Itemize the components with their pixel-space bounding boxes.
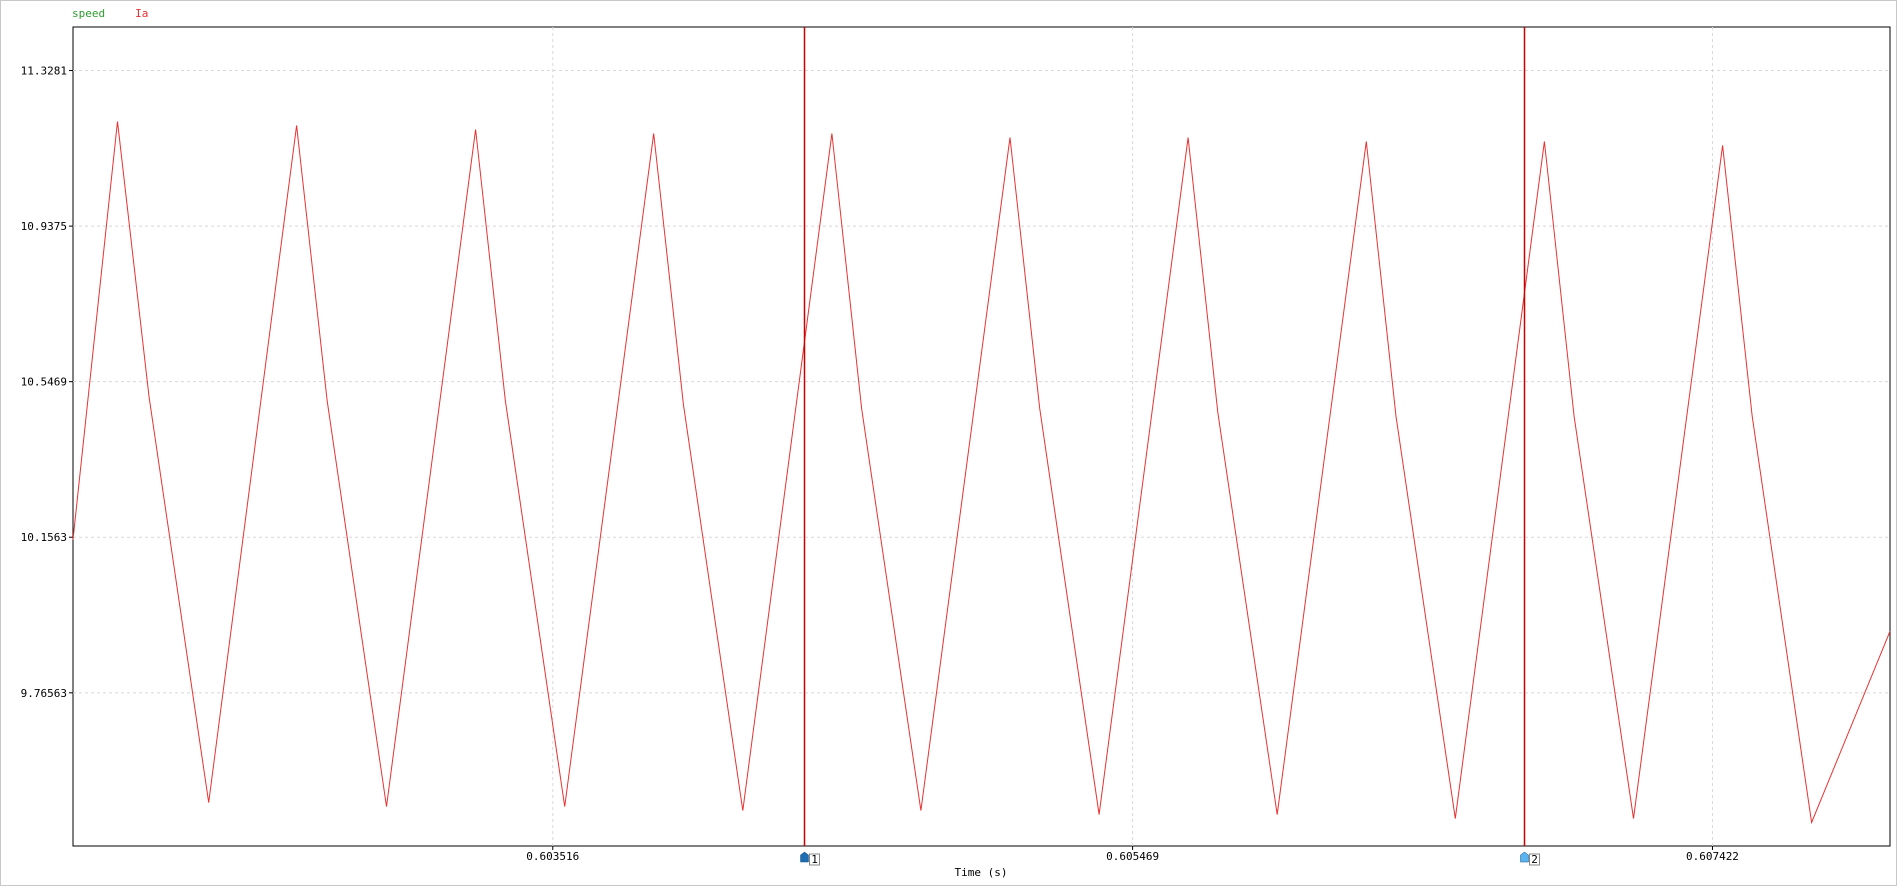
- x-tick-label: 0.605469: [1106, 850, 1159, 863]
- cursor-handle-1[interactable]: [800, 851, 809, 863]
- x-tick-label: 0.607422: [1686, 850, 1739, 863]
- y-tick-label: 10.1563: [21, 531, 67, 544]
- x-axis-label: Time (s): [955, 866, 1008, 879]
- cursor-label-2: 2: [1531, 853, 1538, 866]
- x-axis-ticks: 0.603516 0.605469 0.607422: [526, 846, 1739, 863]
- chart: 11.3281 10.9375 10.5469 10.1563 9.76563 0.60…: [21, 26, 1891, 879]
- plot-area[interactable]: [72, 26, 1891, 847]
- y-tick-label: 9.76563: [21, 687, 67, 700]
- cursor-handle-2[interactable]: [1520, 851, 1529, 863]
- y-tick-label: 11.3281: [21, 65, 67, 78]
- y-tick-label: 10.5469: [21, 376, 67, 389]
- y-axis-ticks: 11.3281 10.9375 10.5469 10.1563 9.76563: [21, 65, 73, 700]
- cursor-label-1: 1: [811, 853, 818, 866]
- y-tick-label: 10.9375: [21, 220, 67, 233]
- x-tick-label: 0.603516: [526, 850, 579, 863]
